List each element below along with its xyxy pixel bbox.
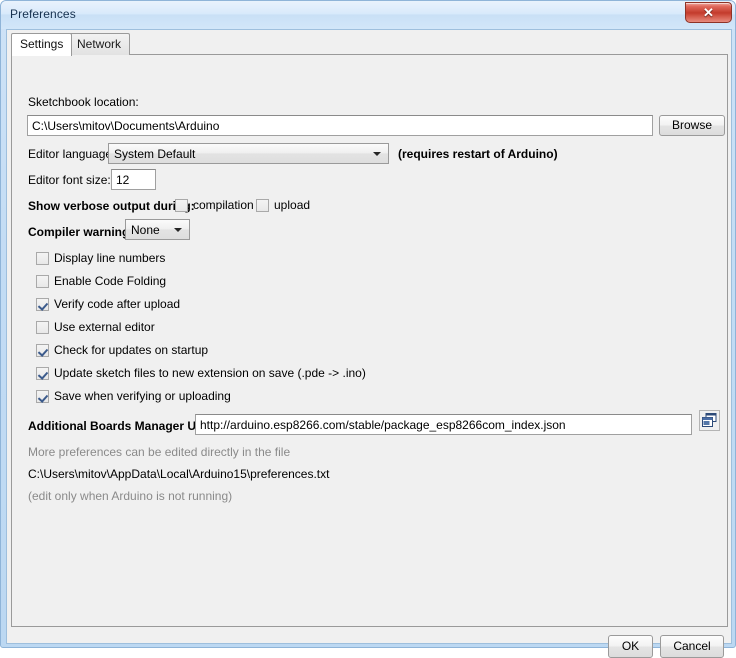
editor-font-size-label: Editor font size:	[28, 173, 111, 187]
settings-tab-panel: Sketchbook location: C:\Users\mitov\Docu…	[11, 54, 728, 627]
chevron-down-icon	[174, 227, 182, 232]
preferences-file-path: C:\Users\mitov\AppData\Local\Arduino15\p…	[28, 467, 330, 481]
more-preferences-note: More preferences can be edited directly …	[28, 445, 291, 459]
verify-code-after-upload-label: Verify code after upload	[54, 297, 181, 311]
save-when-verifying-checkbox[interactable]	[36, 390, 49, 403]
save-when-verifying-label: Save when verifying or uploading	[54, 389, 231, 403]
verbose-upload-checkbox[interactable]	[256, 199, 269, 212]
check-for-updates-checkbox[interactable]	[36, 344, 49, 357]
sketchbook-location-input[interactable]: C:\Users\mitov\Documents\Arduino	[27, 115, 653, 136]
compiler-warnings-value: None	[131, 223, 160, 237]
cancel-button[interactable]: Cancel	[660, 635, 724, 658]
tab-network[interactable]: Network	[68, 33, 131, 55]
chevron-down-icon	[373, 151, 381, 156]
compiler-warnings-select[interactable]: None	[125, 219, 190, 240]
check-for-updates-label: Check for updates on startup	[54, 343, 209, 357]
editor-language-select[interactable]: System Default	[108, 143, 389, 164]
enable-code-folding-label: Enable Code Folding	[54, 274, 167, 288]
verbose-output-label: Show verbose output during:	[28, 199, 195, 213]
display-line-numbers-label: Display line numbers	[54, 251, 166, 265]
display-line-numbers-checkbox[interactable]	[36, 252, 49, 265]
editor-language-value: System Default	[114, 147, 196, 161]
window-titlebar: Preferences ✕	[1, 1, 735, 29]
update-sketch-files-checkbox[interactable]	[36, 367, 49, 380]
use-external-editor-label: Use external editor	[54, 320, 155, 334]
window-title: Preferences	[10, 7, 76, 21]
editor-language-label: Editor language:	[28, 147, 116, 161]
boards-manager-urls-label: Additional Boards Manager URLs:	[28, 419, 223, 433]
preferences-window: Preferences ✕ Settings Network Sketchboo…	[0, 0, 736, 658]
use-external-editor-checkbox[interactable]	[36, 321, 49, 334]
browse-button[interactable]: Browse	[659, 115, 725, 136]
close-icon: ✕	[703, 5, 714, 20]
cascade-windows-icon	[702, 413, 717, 427]
verbose-compilation-label: compilation	[193, 198, 254, 212]
ok-button[interactable]: OK	[608, 635, 653, 658]
edit-warning-note: (edit only when Arduino is not running)	[28, 489, 233, 503]
sketchbook-location-label: Sketchbook location:	[28, 95, 139, 109]
tab-strip: Settings Network	[11, 33, 728, 56]
tab-settings-label: Settings	[20, 37, 64, 51]
tab-network-label: Network	[77, 37, 122, 51]
compiler-warnings-label: Compiler warnings:	[28, 225, 141, 239]
enable-code-folding-checkbox[interactable]	[36, 275, 49, 288]
verbose-compilation-checkbox[interactable]	[175, 199, 188, 212]
update-sketch-files-label: Update sketch files to new extension on …	[54, 366, 366, 380]
verbose-upload-label: upload	[274, 198, 311, 212]
editor-font-size-input[interactable]: 12	[111, 169, 156, 190]
close-window-button[interactable]: ✕	[685, 2, 732, 23]
boards-manager-urls-input[interactable]: http://arduino.esp8266.com/stable/packag…	[195, 414, 692, 435]
verify-code-after-upload-checkbox[interactable]	[36, 298, 49, 311]
dialog-client-area: Settings Network Sketchbook location: C:…	[6, 29, 732, 658]
editor-language-restart-note: (requires restart of Arduino)	[398, 147, 558, 161]
boards-urls-expand-button[interactable]	[699, 410, 720, 431]
tab-settings[interactable]: Settings	[11, 33, 73, 56]
